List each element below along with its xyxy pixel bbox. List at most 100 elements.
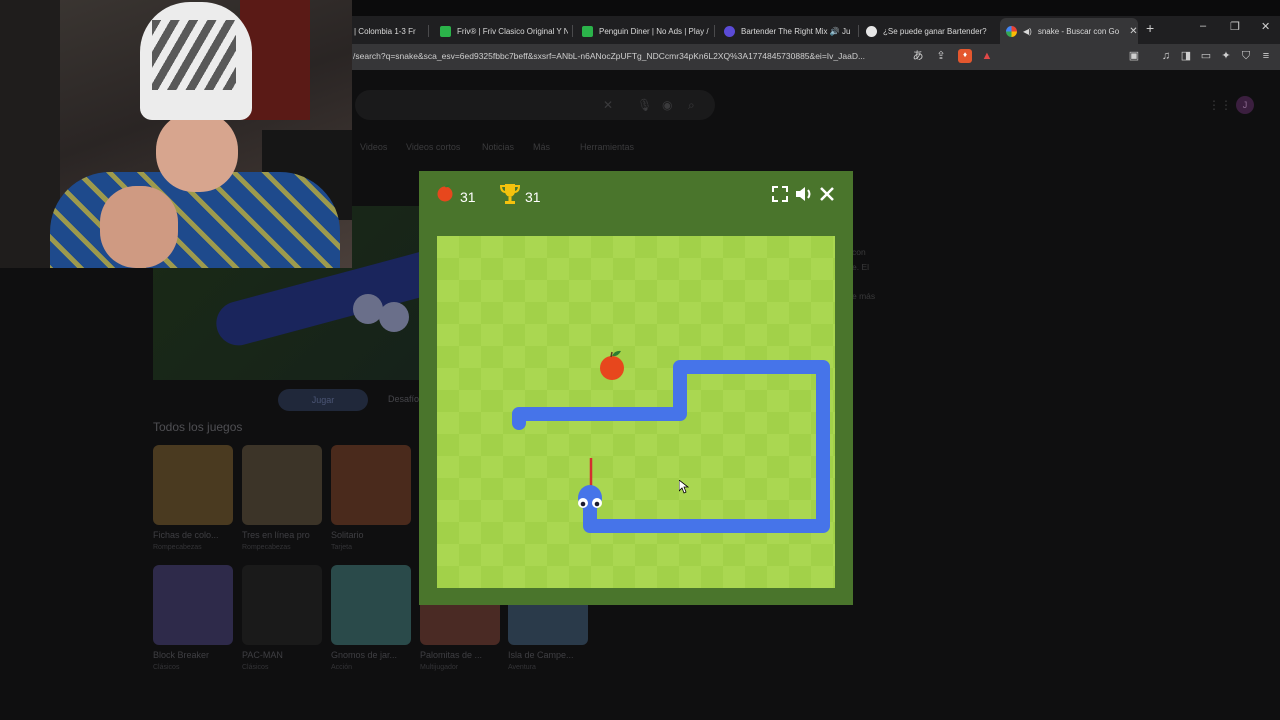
brave-shield-icon[interactable]: ♦: [958, 49, 972, 63]
filter-tools[interactable]: Herramientas: [580, 142, 634, 152]
maximize-button[interactable]: ❐: [1230, 20, 1240, 33]
new-tab-button[interactable]: +: [1146, 20, 1154, 36]
menu-icon[interactable]: ≡: [1260, 50, 1272, 62]
game-title: Palomitas de ...: [420, 650, 483, 660]
close-icon[interactable]: [816, 183, 838, 205]
tab-title: Penguin Diner | No Ads | Play /: [599, 26, 709, 36]
game-card[interactable]: Gnomos de jar... Acción: [331, 565, 411, 671]
media-icon[interactable]: ♫: [1160, 50, 1172, 62]
webcam-person: [152, 20, 236, 90]
friv-favicon-icon: [440, 25, 451, 37]
score-value: 31: [460, 189, 476, 205]
game-title: PAC-MAN: [242, 650, 283, 660]
fullscreen-icon[interactable]: [769, 183, 791, 205]
trophy-icon: [500, 184, 520, 204]
game-title: Isla de Campe...: [508, 650, 574, 660]
apps-grid-icon[interactable]: ⋮⋮: [1208, 98, 1232, 112]
filter-short-videos[interactable]: Videos cortos: [406, 142, 460, 152]
tab-bartender-question[interactable]: ¿Se puede ganar Bartender?: [860, 20, 996, 42]
webcam-overlay: [0, 0, 352, 268]
game-board[interactable]: [437, 236, 835, 588]
webcam-person: [156, 112, 238, 192]
game-title: Tres en línea pro: [242, 530, 310, 540]
game-card[interactable]: Solitario Tarjeta: [331, 445, 411, 551]
url-field[interactable]: /search?q=snake&sca_esv=6ed9325fbbc7beff…: [353, 51, 865, 61]
play-button[interactable]: Jugar: [278, 389, 368, 411]
game-card[interactable]: Tres en línea pro Rompecabezas: [242, 445, 322, 551]
game-title: Block Breaker: [153, 650, 210, 660]
hero-snake-eye: [379, 302, 409, 332]
game-card[interactable]: PAC-MAN Clásicos: [242, 565, 322, 671]
tab-title: ¿Se puede ganar Bartender?: [883, 26, 987, 36]
tab-title: Bartender The Right Mix 🔊 Ju: [741, 26, 851, 36]
tab-snake-search[interactable]: ◀) snake - Buscar con Go ✕: [1000, 18, 1138, 44]
share-icon[interactable]: ⇪: [935, 50, 947, 62]
tab-bartender[interactable]: Bartender The Right Mix 🔊 Ju: [718, 20, 854, 42]
clear-search-icon[interactable]: ✕: [603, 98, 613, 112]
board-drawing: [512, 350, 830, 533]
game-card[interactable]: Block Breaker Clásicos: [153, 565, 233, 671]
speaker-icon[interactable]: ◀): [1023, 27, 1032, 36]
game-category: Tarjeta: [331, 544, 353, 551]
side-text: e. El: [852, 262, 870, 272]
volume-icon[interactable]: [793, 183, 815, 205]
side-text: con: [852, 247, 866, 257]
google-favicon-icon: [1006, 25, 1017, 37]
tab-colombia[interactable]: | Colombia 1-3 Fr: [348, 20, 424, 42]
filter-more[interactable]: Más: [533, 142, 550, 152]
close-window-button[interactable]: ✕: [1261, 20, 1270, 33]
tab-title: | Colombia 1-3 Fr: [354, 26, 416, 36]
close-tab-icon[interactable]: ✕: [1129, 26, 1137, 37]
challenge-button[interactable]: Desafío: [388, 394, 419, 404]
snake-head: [578, 485, 602, 511]
wallet-icon[interactable]: ▭: [1200, 50, 1212, 62]
minimize-button[interactable]: –: [1200, 20, 1206, 32]
apple: [600, 350, 624, 380]
snake-body: [512, 360, 830, 533]
translate-icon[interactable]: あ: [912, 50, 924, 62]
tab-separator: [572, 25, 573, 37]
all-games-heading: Todos los juegos: [153, 420, 243, 434]
game-category: Clásicos: [242, 664, 269, 671]
friv-favicon-icon: [582, 25, 593, 37]
avatar[interactable]: J: [1236, 96, 1254, 114]
high-score-value: 31: [525, 189, 541, 205]
filter-videos[interactable]: Videos: [360, 142, 387, 152]
game-card[interactable]: Fichas de colo... Rompecabezas: [153, 445, 233, 551]
game-category: Aventura: [508, 664, 536, 671]
game-category: Rompecabezas: [242, 544, 291, 551]
game-thumbnail: [331, 445, 411, 525]
tab-separator: [858, 25, 859, 37]
twitch-favicon-icon: [724, 25, 735, 37]
microphone-icon[interactable]: 🎙: [637, 98, 652, 112]
game-category: Multijugador: [420, 664, 459, 671]
vpn-icon[interactable]: ⛉: [1240, 50, 1252, 62]
lens-icon[interactable]: ◉: [662, 98, 672, 112]
tab-separator: [428, 25, 429, 37]
tab-penguin-diner[interactable]: Penguin Diner | No Ads | Play /: [576, 20, 710, 42]
apple-icon: [437, 184, 453, 202]
brave-rewards-icon[interactable]: ▲: [981, 50, 993, 62]
game-thumbnail: [153, 565, 233, 645]
snake-game-modal[interactable]: 31 31: [419, 171, 853, 605]
sidebar-toggle-icon[interactable]: ▣: [1128, 50, 1140, 62]
game-header: 31 31: [419, 171, 853, 218]
game-category: Rompecabezas: [153, 544, 202, 551]
game-title: Solitario: [331, 530, 364, 540]
tab-friv[interactable]: Friv® | Friv Clasico Original Y N: [434, 20, 568, 42]
page-favicon-icon: [866, 25, 877, 37]
webcam-person: [100, 186, 178, 268]
game-thumbnail: [331, 565, 411, 645]
tab-separator: [714, 25, 715, 37]
game-category: Acción: [331, 664, 353, 671]
search-input[interactable]: [355, 90, 715, 120]
search-icon[interactable]: ⌕: [688, 98, 695, 113]
screen: | Colombia 1-3 Fr Friv® | Friv Clasico O…: [0, 0, 1280, 720]
game-title: Gnomos de jar...: [331, 650, 398, 660]
tab-title: Friv® | Friv Clasico Original Y N: [457, 26, 568, 36]
leo-ai-icon[interactable]: ✦: [1220, 50, 1232, 62]
mouse-cursor-icon: [679, 480, 689, 494]
reading-list-icon[interactable]: ◨: [1180, 50, 1192, 62]
filter-news[interactable]: Noticias: [482, 142, 514, 152]
game-category: Clásicos: [153, 664, 180, 671]
